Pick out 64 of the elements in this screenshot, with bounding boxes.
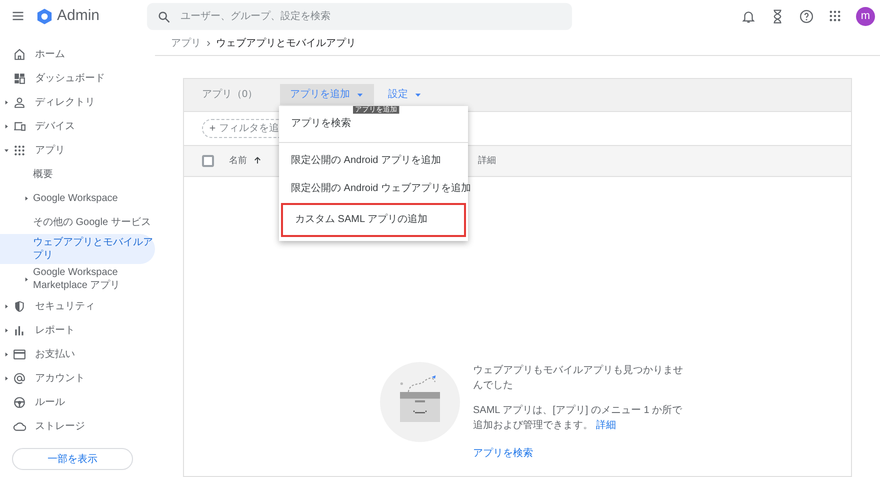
sidebar-item[interactable]: ウェブアプリとモバイルアプリ bbox=[0, 234, 155, 264]
caret-icon[interactable] bbox=[2, 302, 10, 310]
plus-icon bbox=[209, 123, 216, 134]
sort-up-arrow-icon[interactable] bbox=[253, 156, 262, 166]
breadcrumb-link[interactable]: アプリ bbox=[171, 36, 201, 51]
credit-card-icon bbox=[13, 348, 26, 360]
steering-wheel-icon bbox=[13, 396, 26, 408]
apps-grid-icon[interactable] bbox=[828, 9, 842, 23]
sidebar-item[interactable]: ダッシュボード bbox=[35, 70, 105, 86]
cloud-icon bbox=[13, 420, 26, 432]
select-all-checkbox[interactable] bbox=[202, 154, 214, 167]
caret-icon[interactable] bbox=[2, 146, 10, 154]
breadcrumb-current: ウェブアプリとモバイルアプリ bbox=[216, 36, 356, 51]
sidebar-item[interactable]: お支払い bbox=[35, 346, 75, 362]
caret-icon[interactable] bbox=[2, 122, 10, 130]
hexagon-logo-icon bbox=[36, 8, 53, 24]
sidebar-item[interactable]: Google Workspace bbox=[0, 186, 155, 210]
column-header[interactable]: 名前 bbox=[229, 154, 247, 168]
sidebar-item[interactable]: ルール bbox=[35, 394, 65, 410]
sidebar-item[interactable]: レポート bbox=[35, 322, 75, 338]
person-icon bbox=[13, 96, 26, 108]
sidebar-item[interactable]: ディレクトリ bbox=[35, 94, 95, 110]
sidebar-item[interactable]: アカウント bbox=[35, 370, 85, 386]
at-sign-icon bbox=[13, 372, 26, 384]
caret-icon[interactable] bbox=[2, 374, 10, 382]
bell-icon[interactable] bbox=[741, 8, 756, 24]
column-header: 詳細 bbox=[478, 154, 496, 168]
settings-button[interactable]: 設定 bbox=[378, 84, 432, 106]
menu-icon[interactable] bbox=[11, 9, 25, 23]
caret-icon bbox=[414, 90, 422, 99]
menu-item[interactable]: 限定公開の Android ウェブアプリを追加 bbox=[279, 174, 468, 203]
product-name: Admin bbox=[57, 6, 100, 26]
user-avatar[interactable]: m bbox=[856, 6, 875, 26]
bar-chart-icon bbox=[13, 324, 26, 336]
search-field[interactable]: ユーザー、グループ、設定を検索 bbox=[146, 2, 572, 30]
sidebar-item[interactable]: ストレージ bbox=[35, 418, 85, 434]
show-less-button[interactable]: 一部を表示 bbox=[12, 448, 133, 470]
dashboard-icon bbox=[13, 72, 26, 84]
home-icon bbox=[13, 48, 26, 60]
sidebar-item[interactable]: 概要 bbox=[0, 162, 155, 186]
devices-icon bbox=[13, 120, 26, 132]
sidebar-item[interactable]: アプリ bbox=[35, 142, 65, 158]
sidebar-item[interactable]: セキュリティ bbox=[35, 298, 95, 314]
empty-state-description: SAML アプリは、[アプリ] のメニュー 1 か所で追加および管理できます。 詳細 bbox=[473, 404, 684, 433]
caret-icon[interactable] bbox=[2, 326, 10, 334]
menu-item[interactable]: 限定公開の Android アプリを追加 bbox=[279, 146, 468, 175]
caret-icon[interactable] bbox=[2, 98, 10, 106]
caret-icon bbox=[356, 90, 364, 99]
empty-state-title: ウェブアプリもモバイルアプリも見つかりませんでした bbox=[473, 364, 684, 393]
sidebar-item[interactable]: ホーム bbox=[35, 46, 65, 62]
caret-icon[interactable] bbox=[2, 350, 10, 358]
card-title: アプリ（0） bbox=[202, 88, 259, 102]
search-icon bbox=[156, 10, 171, 24]
sidebar-item[interactable]: その他の Google サービス bbox=[0, 210, 155, 234]
caret-icon[interactable] bbox=[23, 276, 30, 282]
apps-grid-icon bbox=[13, 144, 26, 156]
caret-icon[interactable] bbox=[23, 194, 30, 202]
search-apps-link[interactable]: アプリを検索 bbox=[473, 446, 533, 461]
sidebar-item[interactable]: デバイス bbox=[35, 118, 75, 134]
help-icon[interactable] bbox=[799, 8, 814, 24]
menu-item[interactable]: カスタム SAML アプリの追加 bbox=[281, 202, 466, 237]
sidebar-item[interactable]: Google Workspace Marketplace アプリ bbox=[0, 264, 155, 294]
shield-icon bbox=[13, 300, 26, 312]
details-link[interactable]: 詳細 bbox=[596, 420, 616, 431]
